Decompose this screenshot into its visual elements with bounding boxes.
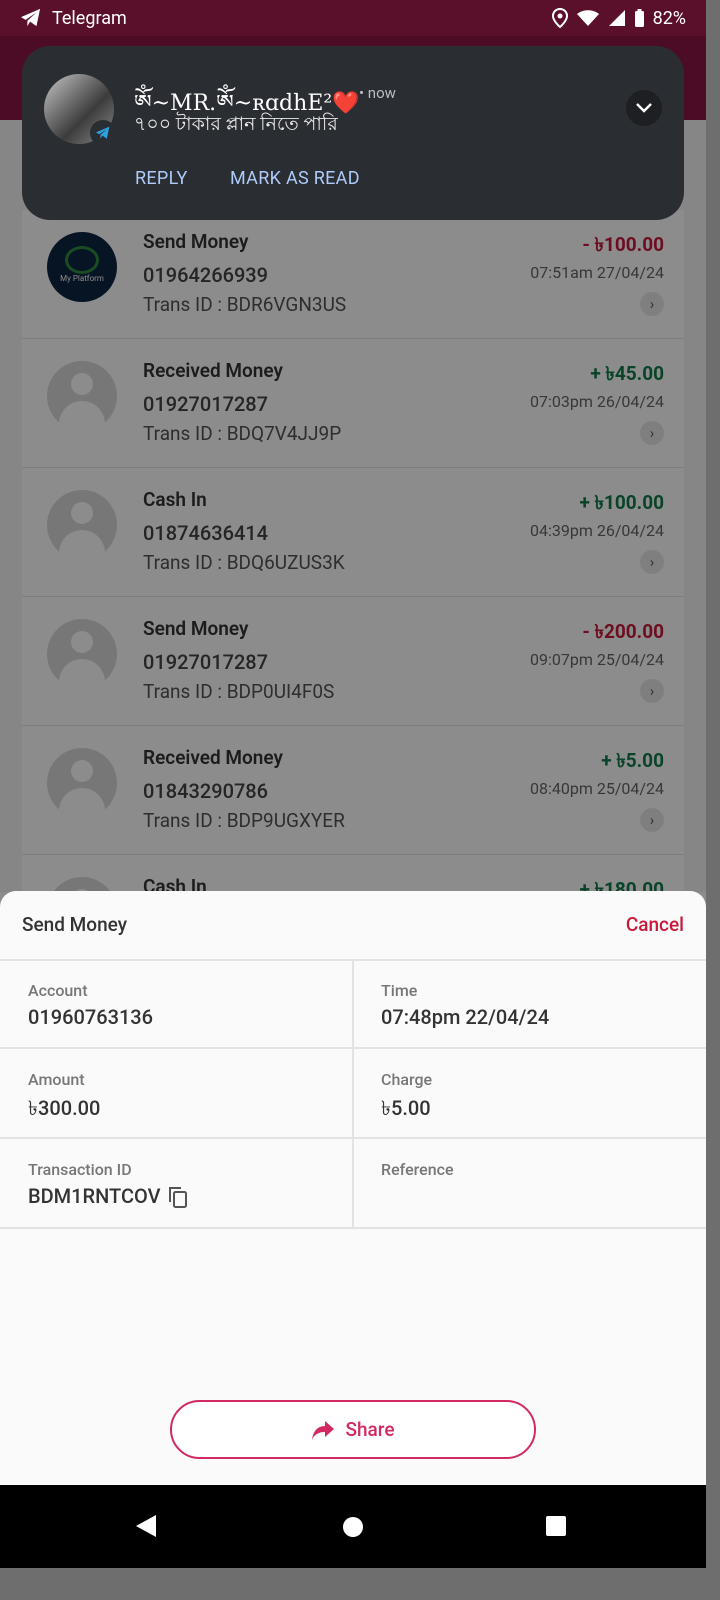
amount-value: ৳300.00 <box>28 1096 101 1120</box>
transaction-detail-sheet: Send Money Cancel Account 01960763136 Ti… <box>0 891 706 1485</box>
wifi-icon <box>576 10 599 26</box>
battery-level: 82% <box>652 7 686 29</box>
transaction-id-value: BDM1RNTCOV <box>28 1184 161 1208</box>
recents-icon[interactable] <box>545 1515 567 1537</box>
signal-icon <box>608 10 625 26</box>
charge-value: ৳5.00 <box>381 1096 431 1120</box>
time-label: Time <box>381 981 418 1000</box>
notification-time: • now <box>359 84 396 102</box>
reply-button[interactable]: REPLY <box>135 168 188 189</box>
divider <box>352 959 354 1229</box>
share-label: Share <box>345 1418 395 1441</box>
transaction-id-label: Transaction ID <box>28 1160 132 1179</box>
copy-icon[interactable] <box>168 1186 188 1208</box>
status-app-label: Telegram <box>52 7 127 29</box>
screen: Telegram 82% My Platform Send Money 0196… <box>0 0 706 1568</box>
status-bar: Telegram 82% <box>0 0 706 36</box>
cancel-button[interactable]: Cancel <box>626 913 684 936</box>
share-icon <box>312 1420 335 1440</box>
notification-message: ৭০০ টাকার প্লান নিতে পারি <box>134 112 338 135</box>
back-icon[interactable] <box>134 1513 158 1539</box>
amount-label: Amount <box>28 1070 85 1089</box>
telegram-badge-icon <box>90 120 116 146</box>
time-value: 07:48pm 22/04/24 <box>381 1005 550 1029</box>
battery-icon <box>634 9 644 27</box>
home-icon[interactable] <box>342 1516 364 1538</box>
location-icon <box>551 8 568 28</box>
telegram-icon <box>21 8 41 27</box>
share-button[interactable]: Share <box>170 1400 536 1459</box>
system-nav-bar <box>0 1485 706 1568</box>
reference-label: Reference <box>381 1160 454 1179</box>
chevron-down-icon[interactable] <box>626 90 662 126</box>
sheet-title: Send Money <box>22 913 128 936</box>
mark-as-read-button[interactable]: MARK AS READ <box>230 168 360 189</box>
telegram-notification[interactable]: ༀ~MR.ༀ~ʀɑdhE²❤️ • now ৭০০ টাকার প্লান নি… <box>22 46 684 220</box>
account-label: Account <box>28 981 88 1000</box>
account-value: 01960763136 <box>28 1005 154 1029</box>
charge-label: Charge <box>381 1070 433 1089</box>
